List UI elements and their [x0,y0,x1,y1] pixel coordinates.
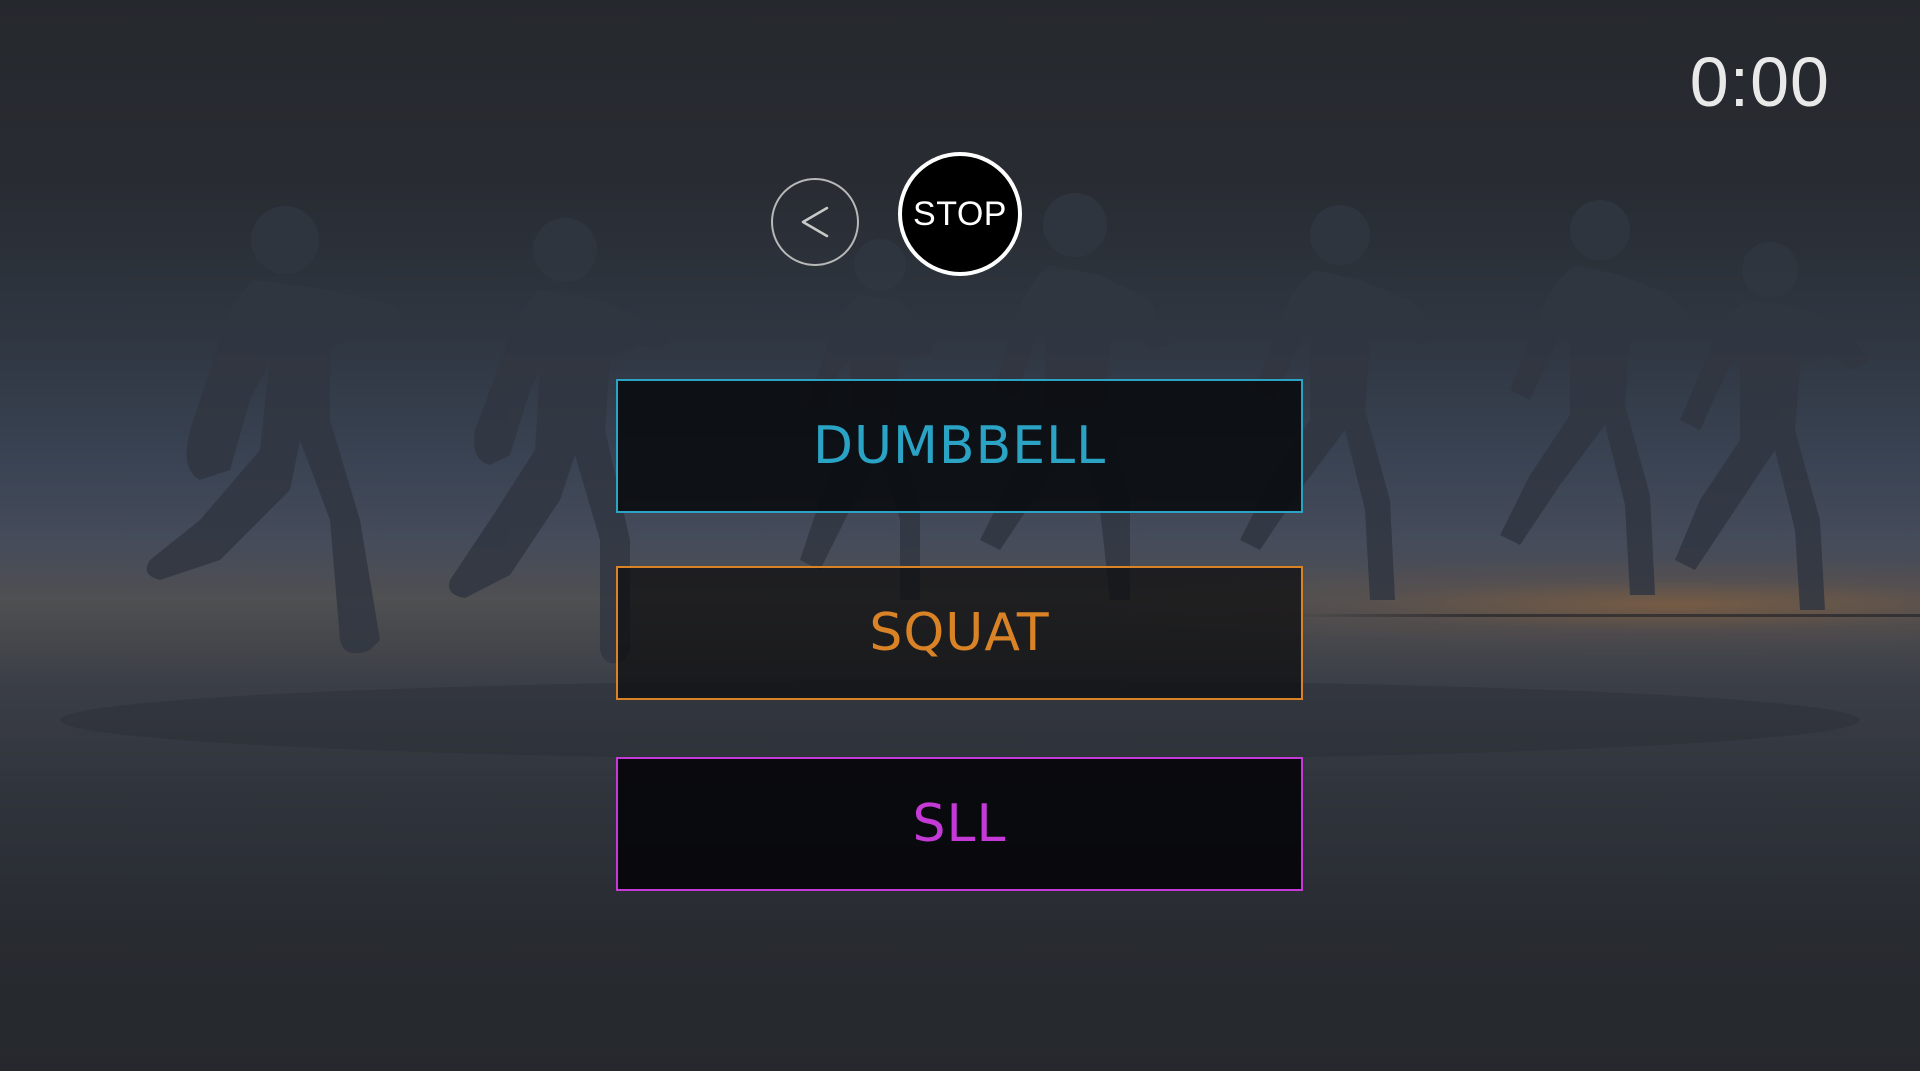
option-dumbbell-label: DUMBBELL [812,416,1107,476]
option-sll-button[interactable]: SLL [616,757,1303,891]
option-dumbbell-button[interactable]: DUMBBELL [616,379,1303,513]
back-button[interactable] [771,178,859,266]
stop-button[interactable]: STOP [898,152,1022,276]
chevron-left-icon [793,200,837,244]
workout-timer: 0:00 [1689,43,1830,121]
option-squat-button[interactable]: SQUAT [616,566,1303,700]
option-squat-label: SQUAT [869,603,1050,663]
option-sll-label: SLL [912,794,1007,854]
workout-select-screen: 0:00 STOP DUMBBELL SQUAT SLL [0,0,1920,1071]
